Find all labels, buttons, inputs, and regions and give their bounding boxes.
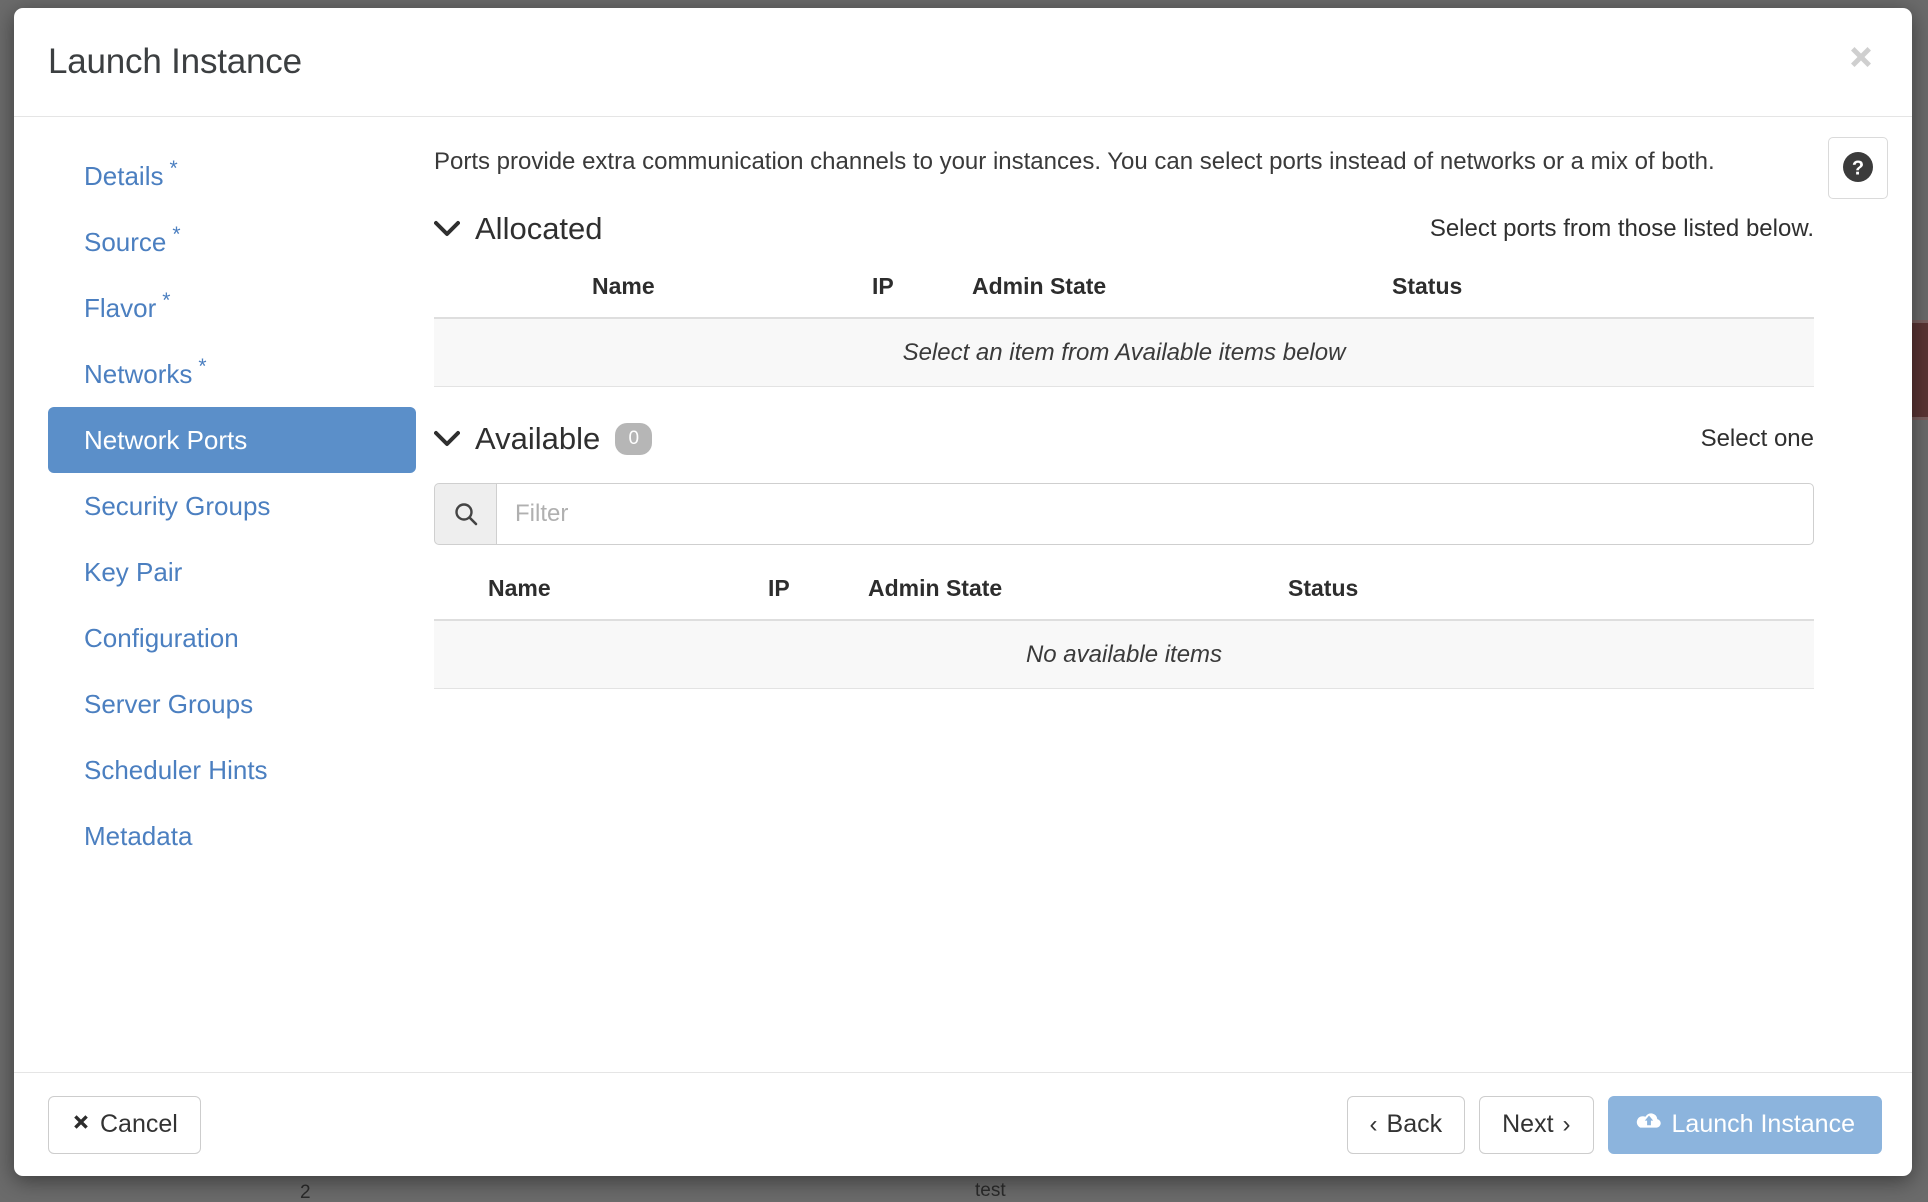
background-text-center: test	[975, 1180, 1006, 1201]
sidebar-item-key-pair[interactable]: Key Pair	[48, 539, 416, 605]
sidebar-item-label: Key Pair	[84, 557, 183, 587]
cancel-button[interactable]: Cancel	[48, 1095, 201, 1154]
column-header-ip: IP	[872, 273, 894, 300]
allocated-toggle[interactable]: Allocated	[434, 211, 603, 247]
launch-instance-modal: Launch Instance Details * Source * Flavo…	[14, 8, 1912, 1176]
allocated-ports-table: Name IP Admin State Status Select an ite…	[434, 273, 1814, 388]
sidebar-item-label: Network Ports	[84, 425, 248, 455]
modal-footer: Cancel ‹ Back Next › Launch Instance	[14, 1072, 1912, 1176]
search-icon	[434, 483, 496, 546]
sidebar-item-networks[interactable]: Networks *	[48, 341, 416, 407]
close-icon	[1844, 40, 1878, 74]
column-header-status: Status	[1392, 273, 1463, 300]
required-asterisk: *	[162, 289, 171, 312]
sidebar-item-label: Networks	[84, 359, 193, 389]
required-asterisk: *	[198, 355, 207, 378]
sidebar-item-network-ports[interactable]: Network Ports	[48, 407, 416, 473]
allocated-title: Allocated	[475, 211, 603, 247]
back-button-label: Back	[1386, 1110, 1443, 1138]
sidebar-item-label: Flavor	[84, 293, 157, 323]
modal-body: Details * Source * Flavor * Networks * N…	[14, 117, 1912, 1072]
required-asterisk: *	[169, 157, 178, 180]
column-header-name: Name	[488, 575, 551, 602]
chevron-right-icon: ›	[1562, 1110, 1571, 1138]
next-button-label: Next	[1502, 1110, 1554, 1138]
cloud-upload-icon	[1635, 1110, 1663, 1139]
filter-input[interactable]	[496, 483, 1814, 546]
allocated-section-header: Allocated Select ports from those listed…	[434, 211, 1814, 247]
launch-instance-button-label: Launch Instance	[1671, 1110, 1855, 1138]
allocated-hint: Select ports from those listed below.	[1429, 215, 1814, 243]
table-header-row: Name IP Admin State Status	[434, 273, 1814, 320]
sidebar-item-label: Server Groups	[84, 689, 254, 719]
back-button[interactable]: ‹ Back	[1346, 1095, 1466, 1154]
sidebar-item-label: Scheduler Hints	[84, 755, 268, 785]
sidebar-item-server-groups[interactable]: Server Groups	[48, 671, 416, 737]
column-header-admin-state: Admin State	[868, 575, 1003, 602]
column-header-status: Status	[1288, 575, 1359, 602]
sidebar-item-label: Metadata	[84, 821, 193, 851]
available-toggle[interactable]: Available 0	[434, 421, 653, 457]
sidebar-item-configuration[interactable]: Configuration	[48, 605, 416, 671]
available-count-badge: 0	[615, 423, 653, 456]
chevron-down-icon	[434, 430, 460, 448]
launch-instance-button[interactable]: Launch Instance	[1607, 1095, 1882, 1154]
page-title: Launch Instance	[48, 42, 302, 81]
sidebar-item-source[interactable]: Source *	[48, 209, 416, 275]
sidebar-item-label: Configuration	[84, 623, 239, 653]
background-text-left: 2	[300, 1182, 311, 1202]
column-header-name: Name	[592, 273, 655, 300]
sidebar-item-label: Security Groups	[84, 491, 271, 521]
available-ports-table: Name IP Admin State Status No available …	[434, 575, 1814, 690]
next-button[interactable]: Next ›	[1479, 1095, 1594, 1154]
sidebar-item-label: Source	[84, 227, 167, 257]
network-ports-panel: ? Ports provide extra communication chan…	[434, 117, 1912, 1072]
table-header-row: Name IP Admin State Status	[434, 575, 1814, 622]
svg-text:?: ?	[1852, 157, 1864, 179]
column-header-admin-state: Admin State	[972, 273, 1107, 300]
required-asterisk: *	[172, 223, 181, 246]
available-title: Available	[475, 421, 601, 457]
sidebar-item-metadata[interactable]: Metadata	[48, 803, 416, 869]
allocated-empty-message: Select an item from Available items belo…	[434, 319, 1814, 388]
footer-button-group: ‹ Back Next › Launch Instance	[1346, 1095, 1882, 1154]
available-empty-message: No available items	[434, 621, 1814, 690]
chevron-down-icon	[434, 220, 460, 238]
help-icon: ?	[1839, 148, 1877, 189]
available-filter-group	[434, 483, 1814, 546]
sidebar-item-scheduler-hints[interactable]: Scheduler Hints	[48, 737, 416, 803]
sidebar-item-flavor[interactable]: Flavor *	[48, 275, 416, 341]
help-button[interactable]: ?	[1828, 137, 1888, 199]
sidebar-item-details[interactable]: Details *	[48, 143, 416, 209]
wizard-step-nav: Details * Source * Flavor * Networks * N…	[14, 117, 434, 1072]
chevron-left-icon: ‹	[1369, 1110, 1378, 1138]
modal-header: Launch Instance	[14, 8, 1912, 117]
panel-description: Ports provide extra communication channe…	[434, 148, 1715, 175]
close-button[interactable]	[1838, 34, 1884, 80]
cancel-button-label: Cancel	[100, 1110, 178, 1138]
column-header-ip: IP	[768, 575, 790, 602]
available-section-header: Available 0 Select one	[434, 421, 1814, 457]
sidebar-item-label: Details	[84, 161, 164, 191]
x-mark-icon	[71, 1110, 91, 1139]
sidebar-item-security-groups[interactable]: Security Groups	[48, 473, 416, 539]
available-hint: Select one	[1700, 425, 1814, 453]
